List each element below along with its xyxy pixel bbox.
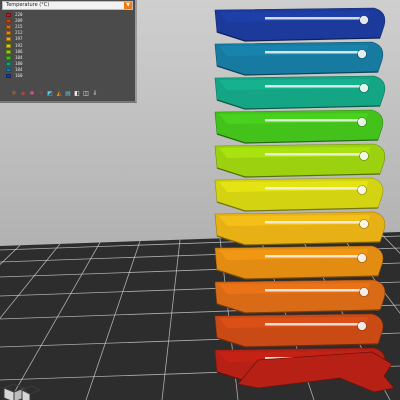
legend-swatch [6, 67, 11, 72]
shells-icon[interactable]: ◩ [46, 90, 54, 98]
legend-swatch [6, 61, 11, 66]
layers-icon[interactable]: ◈ [19, 90, 27, 98]
temperature-tower [214, 7, 395, 393]
legend-header[interactable]: Temperature (°C) ▼ [2, 1, 133, 10]
tower-band [214, 75, 386, 110]
tower-band [214, 109, 384, 144]
3d-viewport[interactable]: Temperature (°C) ▼ 220 209 215 212 197 192 186… [0, 0, 400, 400]
legend-swatch [6, 73, 11, 78]
legend-label: 215 [15, 24, 23, 30]
legend-label: 186 [15, 48, 23, 54]
legend-panel: Temperature (°C) ▼ 220 209 215 212 197 192 186… [0, 0, 137, 103]
legend-icon[interactable]: ▤ [64, 90, 72, 98]
legend-title: Temperature (°C) [6, 2, 50, 8]
legend-label: 184 [15, 54, 23, 60]
cube-icon[interactable]: ◫ [82, 90, 90, 98]
legend-label: 197 [15, 36, 23, 42]
checker-icon[interactable]: ◧ [73, 90, 81, 98]
legend-label: 192 [15, 42, 23, 48]
legend-label: 209 [15, 18, 23, 24]
download-icon[interactable]: ⇩ [91, 90, 99, 98]
legend-swatch [6, 43, 11, 48]
legend-swatch [6, 55, 11, 60]
tower-band [214, 245, 384, 280]
legend-swatch [6, 31, 11, 36]
view-cube-icon[interactable] [0, 382, 40, 400]
legend-label: 184 [15, 66, 23, 72]
tower-band [214, 211, 386, 246]
legend-swatch [6, 25, 11, 30]
tower-band [214, 279, 386, 314]
legend-swatch [6, 37, 11, 42]
dropdown-caret-icon[interactable]: ▼ [124, 2, 132, 9]
tower-band [214, 177, 384, 212]
legend-item: 160 [6, 73, 131, 79]
paint-fan-icon[interactable]: ☼ [10, 90, 18, 98]
legend-label: 160 [15, 72, 23, 78]
tower-band [214, 313, 384, 348]
tower-band [214, 41, 384, 76]
legend-swatch [6, 49, 11, 54]
tower-band [214, 7, 386, 42]
legend-list: 220 209 215 212 197 192 186 184 180 184 160 [6, 12, 131, 79]
pin-icon[interactable]: ✱ [28, 90, 36, 98]
tower-band [214, 143, 386, 178]
legend-label: 180 [15, 60, 23, 66]
tool-marker-icon[interactable]: ◭ [55, 90, 63, 98]
legend-swatch [6, 19, 11, 24]
view-toolbar: ☼ ◈ ✱ ✧ ◩ ◭ ▤ ◧ ◫ ⇩ [2, 88, 133, 100]
legend-label: 212 [15, 30, 23, 36]
legend-label: 220 [15, 12, 23, 18]
legend-swatch [6, 13, 11, 18]
seam-icon[interactable]: ✧ [37, 90, 45, 98]
